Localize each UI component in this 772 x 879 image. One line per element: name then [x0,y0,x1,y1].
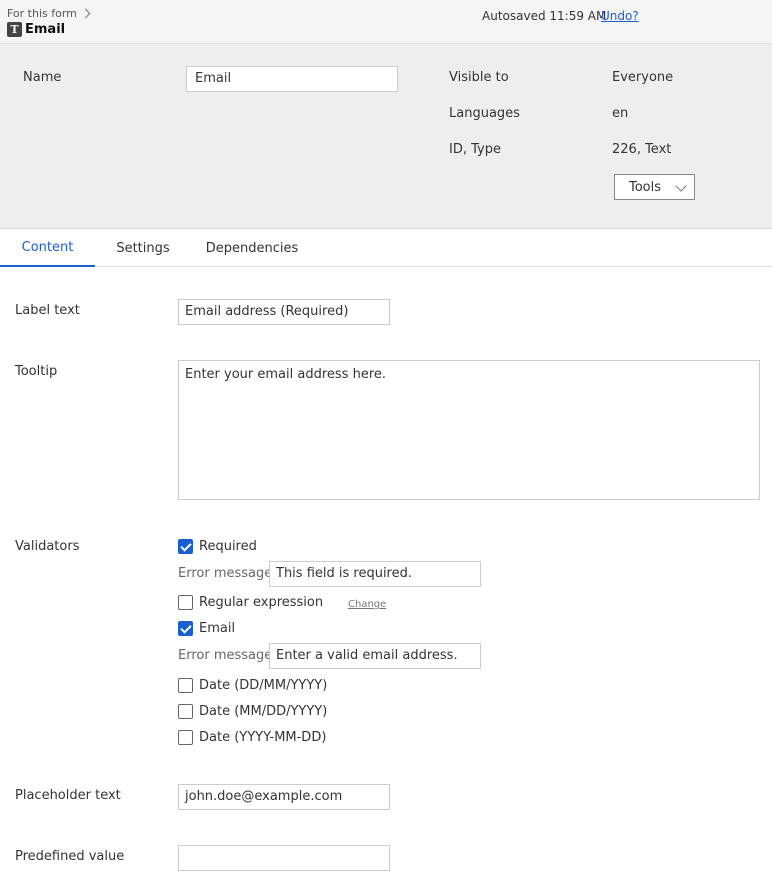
validator-email-label: Email [199,621,236,636]
tab-content[interactable]: Content [0,229,95,267]
validator-date-mdy-label: Date (MM/DD/YYYY) [199,704,328,719]
placeholder-text-input[interactable]: john.doe@example.com [178,784,390,810]
predefined-value-label: Predefined value [15,849,125,864]
id-type-label: ID, Type [449,142,501,157]
validator-date-ymd[interactable]: Date (YYYY-MM-DD) [178,730,326,745]
checkbox-unchecked-icon[interactable] [178,678,193,693]
languages-value: en [612,106,629,121]
label-text-label: Label text [15,303,80,318]
chevron-right-icon [80,8,91,19]
top-bar: For this form T Email Autosaved 11:59 AM… [0,0,772,44]
email-error-input[interactable]: Enter a valid email address. [269,643,481,669]
email-error-label: Error message [178,648,273,663]
tooltip-label: Tooltip [15,364,58,379]
field-properties-panel: Name Email Visible to Everyone Languages… [0,44,772,229]
checkbox-checked-icon[interactable] [178,621,193,636]
validator-regex-label: Regular expression [199,595,324,610]
tab-settings[interactable]: Settings [105,229,181,267]
chevron-down-icon [675,180,687,192]
visible-to-value: Everyone [612,70,674,85]
page-title: Email [25,22,66,37]
visible-to-label: Visible to [449,70,509,85]
breadcrumb-label[interactable]: For this form [7,7,77,20]
tools-label: Tools [629,179,662,195]
required-error-label: Error message [178,566,273,581]
predefined-value-input[interactable] [178,845,390,871]
autosave-status: Autosaved 11:59 AM [482,9,607,23]
name-input[interactable]: Email [186,66,398,92]
checkbox-unchecked-icon[interactable] [178,595,193,610]
tab-dependencies[interactable]: Dependencies [200,229,304,267]
languages-label: Languages [449,106,520,121]
validator-required-label: Required [199,539,257,554]
validator-regex[interactable]: Regular expression [178,595,323,610]
checkbox-unchecked-icon[interactable] [178,730,193,745]
checkbox-unchecked-icon[interactable] [178,704,193,719]
breadcrumb[interactable]: For this form [7,7,91,20]
validator-required[interactable]: Required [178,539,257,554]
tooltip-textarea[interactable]: Enter your email address here. [178,360,760,500]
validator-date-dmy[interactable]: Date (DD/MM/YYYY) [178,678,327,693]
text-type-icon: T [7,22,22,37]
placeholder-text-label: Placeholder text [15,788,121,803]
validator-email[interactable]: Email [178,621,235,636]
validators-label: Validators [15,539,80,554]
validator-date-ymd-label: Date (YYYY-MM-DD) [199,730,327,745]
name-label: Name [23,70,62,85]
undo-link[interactable]: Undo? [601,9,639,23]
regex-change-link[interactable]: Change [348,599,386,610]
label-text-input[interactable]: Email address (Required) [178,299,390,325]
validator-date-mdy[interactable]: Date (MM/DD/YYYY) [178,704,327,719]
tab-bar: Content Settings Dependencies [0,229,772,267]
id-type-value: 226, Text [612,142,672,157]
required-error-input[interactable]: This field is required. [269,561,481,587]
validator-date-dmy-label: Date (DD/MM/YYYY) [199,678,328,693]
tools-dropdown-button[interactable]: Tools [614,174,695,200]
checkbox-checked-icon[interactable] [178,539,193,554]
page-title-row: T Email [7,22,65,37]
